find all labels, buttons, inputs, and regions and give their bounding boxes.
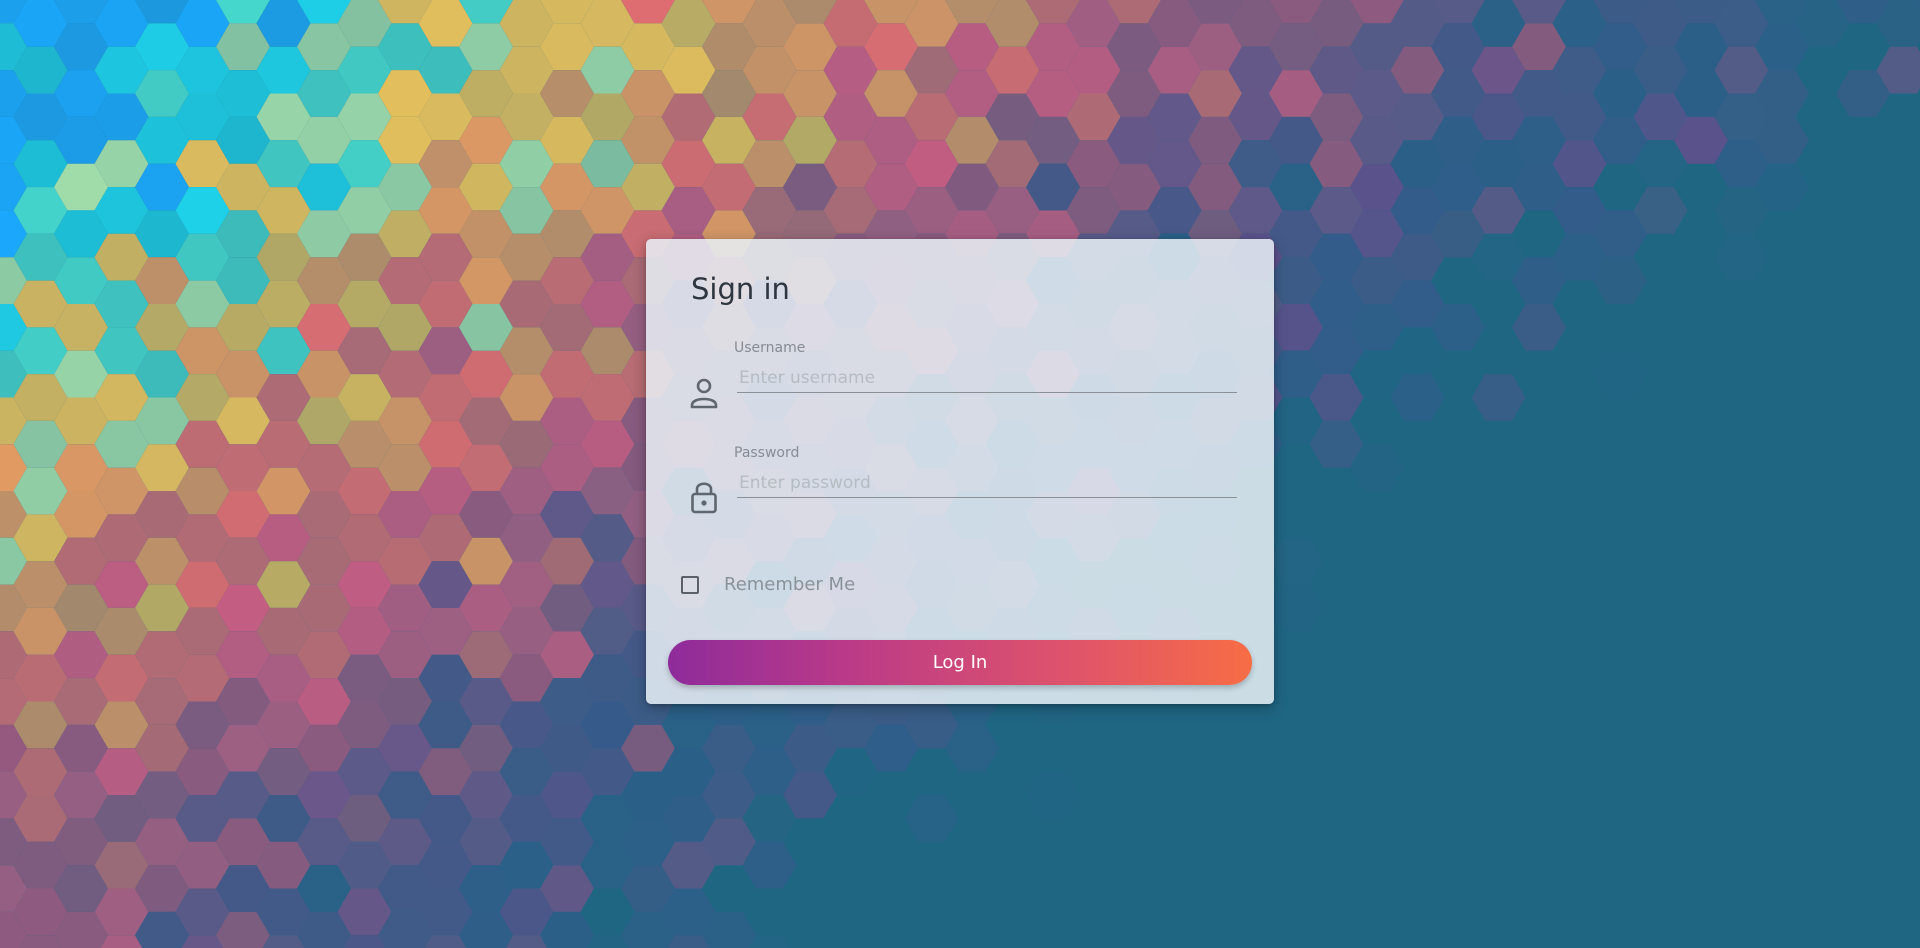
hexagon-tile-687 bbox=[1714, 233, 1769, 281]
sign-in-card: Sign in Username Password Remember Me Lo… bbox=[646, 239, 1274, 704]
remember-me-checkbox[interactable] bbox=[681, 576, 699, 594]
person-icon bbox=[688, 375, 720, 411]
hexagon-tile-485 bbox=[904, 795, 959, 842]
username-label: Username bbox=[734, 340, 806, 356]
hexagon-tile-672 bbox=[1593, 350, 1647, 398]
log-in-button[interactable]: Log In bbox=[668, 640, 1252, 685]
hexagon-tile-609 bbox=[1269, 584, 1323, 632]
lock-icon bbox=[688, 479, 720, 515]
remember-me-label[interactable]: Remember Me bbox=[724, 574, 855, 595]
hexagon-tile-652 bbox=[1471, 374, 1526, 421]
hexagon-tile-659 bbox=[1512, 304, 1566, 351]
hexagon-tile-608 bbox=[1269, 537, 1323, 585]
hexagon-tile-534 bbox=[1026, 771, 1080, 819]
sign-in-title: Sign in bbox=[691, 272, 790, 306]
password-input[interactable] bbox=[737, 468, 1237, 498]
username-input[interactable] bbox=[737, 363, 1237, 393]
password-label: Password bbox=[734, 445, 800, 461]
